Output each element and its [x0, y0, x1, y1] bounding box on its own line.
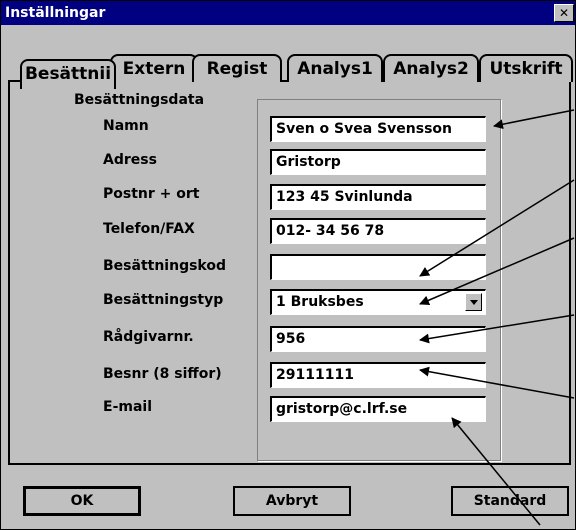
tab-analys2[interactable]: Analys2 — [383, 54, 479, 82]
email-label: E-mail — [103, 399, 153, 415]
namn-label: Namn — [103, 118, 149, 134]
tab-analys1[interactable]: Analys1 — [287, 54, 383, 82]
besnr-field[interactable]: 29111111 — [270, 362, 486, 388]
tab-regist[interactable]: Regist — [192, 54, 282, 82]
adress-field[interactable]: Gristorp — [270, 149, 486, 175]
besattningskod-field[interactable] — [270, 254, 486, 280]
tab-extern[interactable]: Extern — [110, 54, 198, 82]
default-button[interactable]: Standard — [451, 486, 569, 516]
radgivarnr-field[interactable]: 956 — [270, 326, 486, 352]
section-title: Besättningsdata — [74, 92, 205, 108]
close-icon[interactable]: ✕ — [554, 4, 574, 22]
email-field[interactable]: gristorp@c.lrf.se — [270, 396, 486, 422]
besattningskod-label: Besättningskod — [103, 258, 226, 274]
ok-button[interactable]: OK — [23, 486, 141, 516]
tab-besattning[interactable]: Besättnii — [20, 59, 116, 89]
title-bar: Inställningar ✕ — [1, 1, 575, 25]
postnr-field[interactable]: 123 45 Svinlunda — [270, 184, 486, 210]
telefon-field[interactable]: 012- 34 56 78 — [270, 218, 486, 244]
namn-field[interactable]: Sven o Svea Svensson — [270, 116, 486, 142]
besattningstyp-label: Besättningstyp — [103, 292, 224, 308]
cancel-button[interactable]: Avbryt — [233, 486, 351, 516]
window-title: Inställningar — [5, 5, 106, 21]
radgivarnr-label: Rådgivarnr. — [103, 329, 194, 345]
besnr-label: Besnr (8 siffor) — [103, 366, 222, 382]
adress-label: Adress — [103, 152, 157, 168]
postnr-label: Postnr + ort — [103, 186, 200, 202]
telefon-label: Telefon/FAX — [103, 221, 195, 237]
besattningstyp-select[interactable]: 1 Bruksbes — [270, 289, 486, 315]
tab-utskrift[interactable]: Utskrift — [479, 54, 573, 82]
chevron-down-icon[interactable] — [465, 293, 482, 311]
besattningstyp-value: 1 Bruksbes — [276, 294, 364, 310]
